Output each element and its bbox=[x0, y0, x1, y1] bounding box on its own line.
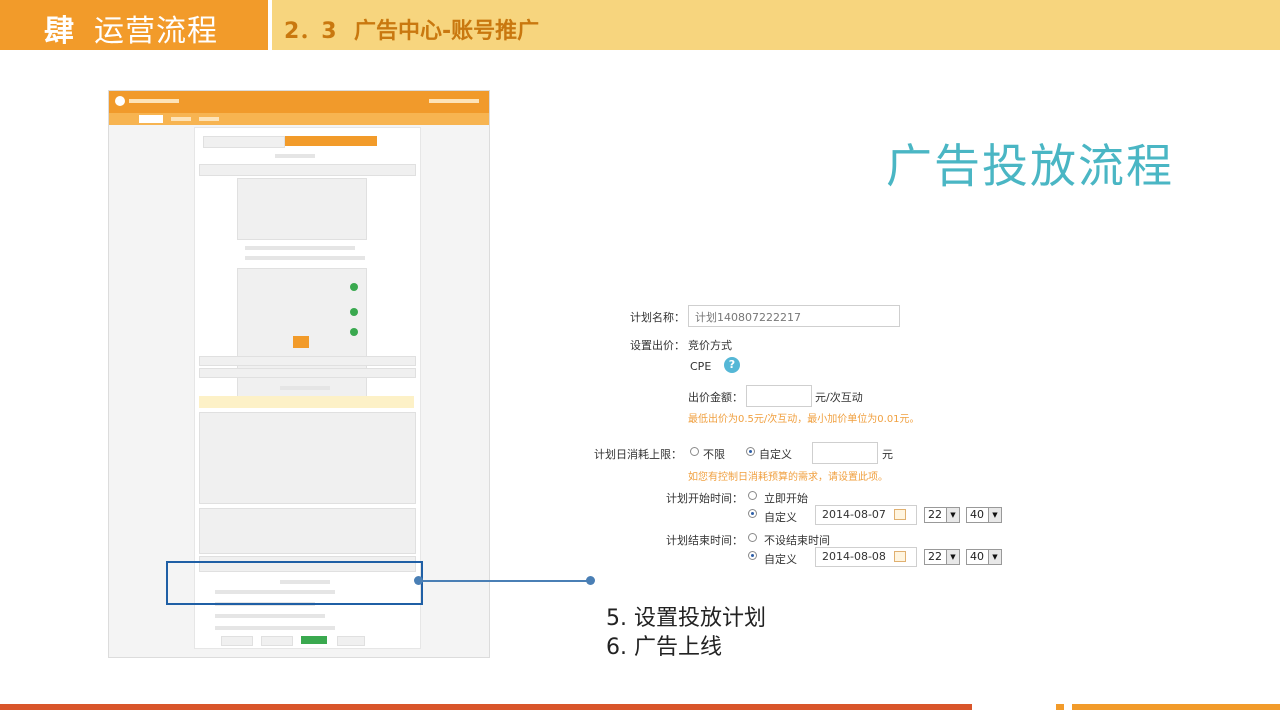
end-none-radio[interactable] bbox=[748, 533, 757, 542]
plan-name-value: 计划140807222217 bbox=[695, 311, 801, 324]
footer-bar-orange bbox=[1072, 704, 1280, 710]
start-hour-value: 22 bbox=[928, 508, 942, 521]
chevron-down-icon: ▼ bbox=[946, 508, 959, 522]
bid-amount-input[interactable] bbox=[746, 385, 812, 407]
end-custom-radio[interactable] bbox=[748, 551, 757, 560]
thumbnail-logo-icon bbox=[115, 96, 125, 106]
daily-limit-unlimited-radio[interactable] bbox=[690, 447, 699, 456]
thumbnail-nav-bar bbox=[109, 113, 489, 125]
footer-bar-square bbox=[1056, 704, 1064, 710]
bid-label: 设置出价： bbox=[630, 339, 685, 352]
start-date-value: 2014-08-07 bbox=[822, 508, 886, 521]
bid-hint: 最低出价为0.5元/次互动，最小加价单位为0.01元。 bbox=[688, 414, 920, 425]
daily-limit-custom: 自定义 bbox=[759, 448, 792, 461]
daily-limit-hint: 如您有控制日消耗预算的需求，请设置此项。 bbox=[688, 472, 888, 483]
daily-limit-custom-radio[interactable] bbox=[746, 447, 755, 456]
end-hour-value: 22 bbox=[928, 550, 942, 563]
end-date-value: 2014-08-08 bbox=[822, 550, 886, 563]
footer-bar-red bbox=[0, 704, 972, 710]
end-date-input[interactable]: 2014-08-08 bbox=[815, 547, 917, 567]
bid-unit: 元/次互动 bbox=[815, 391, 863, 404]
connector-end-dot bbox=[586, 576, 595, 585]
end-minute-value: 40 bbox=[970, 550, 984, 563]
bid-mode: 竞价方式 bbox=[688, 339, 732, 352]
plan-name-input[interactable]: 计划140807222217 bbox=[688, 305, 900, 327]
start-hour-select[interactable]: 22 ▼ bbox=[924, 507, 960, 523]
section-number: 2．3 bbox=[284, 19, 337, 44]
start-custom-radio[interactable] bbox=[748, 509, 757, 518]
step-6: 6. 广告上线 bbox=[606, 635, 722, 660]
daily-limit-unit: 元 bbox=[882, 448, 893, 461]
end-none: 不设结束时间 bbox=[764, 534, 830, 547]
chapter-number: 肆 bbox=[44, 14, 74, 49]
section-title: 广告中心-账号推广 bbox=[354, 19, 540, 44]
chevron-down-icon: ▼ bbox=[946, 550, 959, 564]
start-date-input[interactable]: 2014-08-07 bbox=[815, 505, 917, 525]
help-icon[interactable]: ? bbox=[724, 357, 740, 373]
thumbnail-top-bar bbox=[109, 91, 489, 113]
start-minute-select[interactable]: 40 ▼ bbox=[966, 507, 1002, 523]
end-hour-select[interactable]: 22 ▼ bbox=[924, 549, 960, 565]
daily-limit-input[interactable] bbox=[812, 442, 878, 464]
start-custom: 自定义 bbox=[764, 511, 797, 524]
end-minute-select[interactable]: 40 ▼ bbox=[966, 549, 1002, 565]
start-now-radio[interactable] bbox=[748, 491, 757, 500]
start-minute-value: 40 bbox=[970, 508, 984, 521]
start-time-label: 计划开始时间： bbox=[666, 492, 743, 505]
step-5: 5. 设置投放计划 bbox=[606, 606, 766, 631]
chapter-title: 运营流程 bbox=[94, 14, 218, 49]
daily-limit-unlimited: 不限 bbox=[703, 448, 725, 461]
highlight-box bbox=[166, 561, 423, 605]
calendar-icon[interactable] bbox=[894, 551, 906, 562]
slide-title: 广告投放流程 bbox=[886, 139, 1174, 193]
bid-amount-label: 出价金额： bbox=[688, 391, 743, 404]
plan-name-label: 计划名称： bbox=[630, 311, 685, 324]
chevron-down-icon: ▼ bbox=[988, 508, 1001, 522]
end-time-label: 计划结束时间： bbox=[666, 534, 743, 547]
daily-limit-label: 计划日消耗上限： bbox=[594, 448, 682, 461]
chevron-down-icon: ▼ bbox=[988, 550, 1001, 564]
end-custom: 自定义 bbox=[764, 553, 797, 566]
cpe-label: CPE bbox=[690, 360, 712, 373]
header-separator bbox=[268, 0, 272, 50]
connector-line bbox=[419, 580, 591, 582]
connector-start-dot bbox=[414, 576, 423, 585]
start-now: 立即开始 bbox=[764, 492, 808, 505]
calendar-icon[interactable] bbox=[894, 509, 906, 520]
